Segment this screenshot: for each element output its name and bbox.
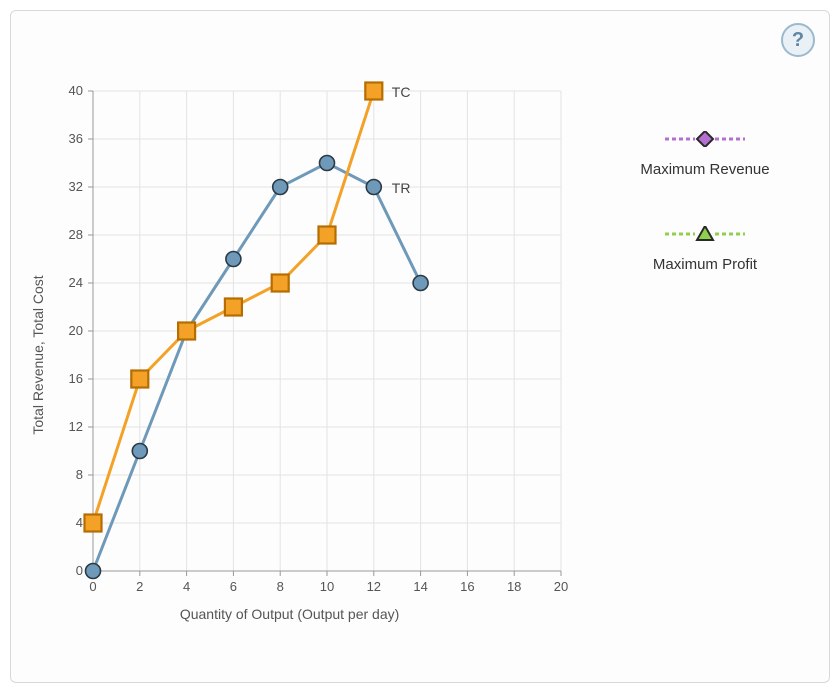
tr-point bbox=[366, 180, 381, 195]
x-tick-label: 20 bbox=[554, 579, 568, 594]
tc-point bbox=[272, 275, 289, 292]
x-tick-label: 14 bbox=[413, 579, 427, 594]
y-tick-label: 16 bbox=[69, 371, 83, 386]
y-tick-label: 8 bbox=[76, 467, 83, 482]
x-tick-label: 16 bbox=[460, 579, 474, 594]
tr-point bbox=[320, 156, 335, 171]
chart-panel: ? 048121620242832364002468101214161820Qu… bbox=[10, 10, 830, 683]
tr-point bbox=[86, 564, 101, 579]
y-tick-label: 32 bbox=[69, 179, 83, 194]
x-axis-label: Quantity of Output (Output per day) bbox=[180, 606, 399, 622]
y-tick-label: 12 bbox=[69, 419, 83, 434]
series-tr-line bbox=[93, 163, 421, 571]
x-tick-label: 18 bbox=[507, 579, 521, 594]
help-button[interactable]: ? bbox=[781, 23, 815, 57]
y-tick-label: 28 bbox=[69, 227, 83, 242]
panel-content: 048121620242832364002468101214161820Quan… bbox=[11, 11, 829, 682]
y-tick-label: 24 bbox=[69, 275, 83, 290]
tr-point bbox=[226, 252, 241, 267]
legend-label-max-revenue: Maximum Revenue bbox=[640, 161, 769, 178]
y-tick-label: 36 bbox=[69, 131, 83, 146]
legend: Maximum Revenue Maximum Profit bbox=[591, 81, 819, 662]
legend-item-max-revenue[interactable]: Maximum Revenue bbox=[640, 131, 769, 178]
legend-label-max-profit: Maximum Profit bbox=[653, 256, 757, 273]
triangle-icon bbox=[665, 226, 745, 242]
series-label-tc: TC bbox=[392, 84, 411, 100]
y-axis-label: Total Revenue, Total Cost bbox=[30, 275, 46, 434]
tr-point bbox=[132, 444, 147, 459]
tc-point bbox=[178, 323, 195, 340]
x-tick-label: 4 bbox=[183, 579, 190, 594]
tr-point bbox=[413, 276, 428, 291]
diamond-icon bbox=[665, 131, 745, 147]
x-tick-label: 2 bbox=[136, 579, 143, 594]
tc-point bbox=[365, 83, 382, 100]
chart-svg: 048121620242832364002468101214161820Quan… bbox=[21, 81, 591, 641]
y-tick-label: 0 bbox=[76, 563, 83, 578]
tc-point bbox=[85, 515, 102, 532]
tr-point bbox=[273, 180, 288, 195]
tc-point bbox=[225, 299, 242, 316]
chart-area: 048121620242832364002468101214161820Quan… bbox=[21, 81, 591, 641]
x-tick-label: 10 bbox=[320, 579, 334, 594]
tc-point bbox=[131, 371, 148, 388]
y-tick-label: 20 bbox=[69, 323, 83, 338]
tc-point bbox=[319, 227, 336, 244]
x-tick-label: 6 bbox=[230, 579, 237, 594]
y-tick-label: 4 bbox=[76, 515, 83, 530]
series-label-tr: TR bbox=[392, 180, 411, 196]
help-icon: ? bbox=[792, 29, 804, 52]
y-tick-label: 40 bbox=[69, 83, 83, 98]
x-tick-label: 12 bbox=[367, 579, 381, 594]
legend-item-max-profit[interactable]: Maximum Profit bbox=[653, 226, 757, 273]
x-tick-label: 8 bbox=[277, 579, 284, 594]
x-tick-label: 0 bbox=[89, 579, 96, 594]
